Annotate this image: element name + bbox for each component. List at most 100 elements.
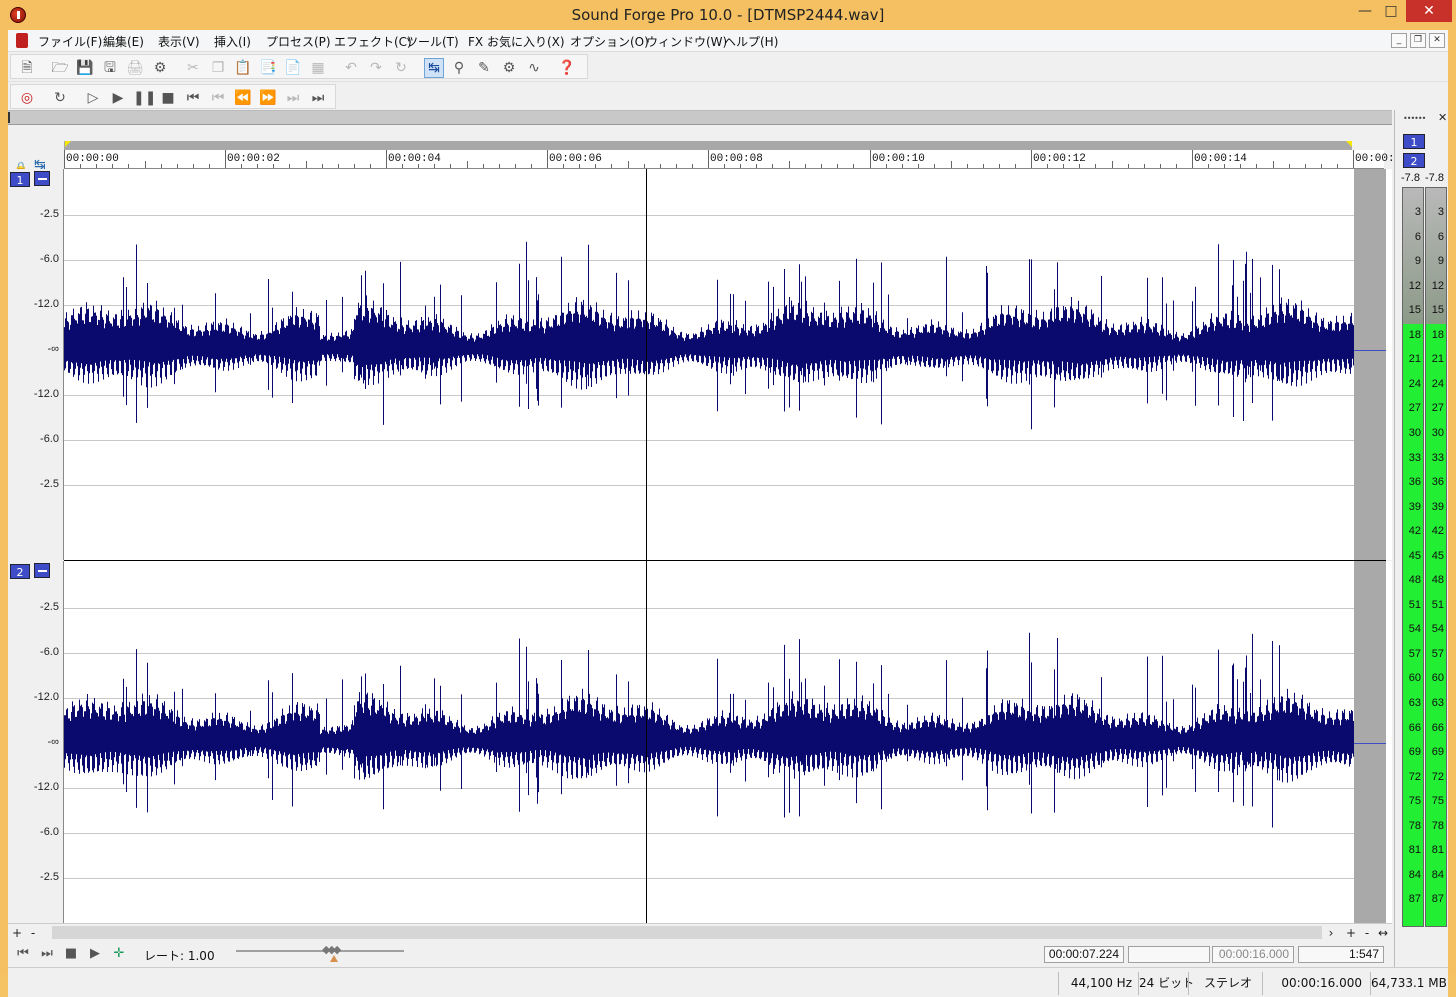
doc-minimize-button[interactable]: _ xyxy=(1391,33,1407,48)
meter-channel-1-button[interactable]: 1 xyxy=(1403,134,1425,149)
file-length-status[interactable]: 00:00:16.000 xyxy=(1262,972,1368,995)
menu-view[interactable]: 表示(V) xyxy=(158,33,200,50)
next-marker-icon[interactable]: ⏭ xyxy=(283,88,303,108)
menu-edit[interactable]: 編集(E) xyxy=(103,33,144,50)
save-icon[interactable]: 💾 xyxy=(75,58,95,78)
meter-channel-2-button[interactable]: 2 xyxy=(1403,153,1425,168)
play-all-icon[interactable]: ▷ xyxy=(83,88,103,108)
menu-file[interactable]: ファイル(F) xyxy=(38,33,102,50)
overview-bar[interactable] xyxy=(8,111,1392,125)
channel-1-minimize-button[interactable] xyxy=(34,171,50,186)
ruler-minor-tick xyxy=(660,164,661,168)
doc-close-button[interactable]: ✕ xyxy=(1429,33,1445,48)
zoom-in-vertical-icon[interactable]: + xyxy=(10,926,24,940)
paste-icon[interactable]: 📋 xyxy=(233,58,253,78)
zoom-out-horizontal-icon[interactable]: - xyxy=(1360,926,1374,940)
maximize-button[interactable]: □ xyxy=(1378,0,1404,22)
new-icon[interactable]: 🗎 xyxy=(17,58,37,78)
render-icon[interactable]: 🖨 xyxy=(125,58,145,78)
scroll-track[interactable] xyxy=(52,926,1322,939)
pencil-tool-icon[interactable]: ✎ xyxy=(474,58,494,78)
selection-length[interactable] xyxy=(1128,946,1210,963)
zoom-in-horizontal-icon[interactable]: + xyxy=(1344,926,1358,940)
meter-scale-label: 33 xyxy=(1431,451,1444,464)
playback-cursor[interactable] xyxy=(646,169,647,560)
rate-slider[interactable] xyxy=(236,950,404,952)
grip-icon[interactable]: •••••• xyxy=(1403,114,1426,123)
menu-window[interactable]: ウィンドウ(W) xyxy=(646,33,727,50)
loop-end-marker[interactable] xyxy=(1346,141,1352,147)
stop-icon[interactable]: ■ xyxy=(158,88,178,108)
copy-icon[interactable]: ❐ xyxy=(208,58,228,78)
go-start-small-icon[interactable]: ⏮ xyxy=(14,946,32,961)
title-bar[interactable]: Sound Forge Pro 10.0 - [DTMSP2444.wav] —… xyxy=(0,0,1456,30)
edit-tool-icon[interactable]: ↹ xyxy=(424,58,444,78)
trim-icon[interactable]: ▦ xyxy=(308,58,328,78)
channel-1-waveform[interactable] xyxy=(64,169,1354,560)
meter-scale-label: 33 xyxy=(1408,451,1421,464)
scroll-right-icon[interactable]: › xyxy=(1324,926,1338,940)
prev-marker-icon[interactable]: ⏮ xyxy=(208,88,228,108)
minimize-button[interactable]: — xyxy=(1352,0,1378,22)
play-small-icon[interactable]: ▶ xyxy=(86,946,104,961)
loop-start-marker[interactable] xyxy=(65,141,71,147)
menu-options[interactable]: オプション(O) xyxy=(570,33,649,50)
channel-2-button[interactable]: 2 xyxy=(10,564,30,579)
go-start-icon[interactable]: ⏮ xyxy=(183,88,203,108)
file-length[interactable]: 00:00:16.000 xyxy=(1212,946,1294,963)
menu-process[interactable]: プロセス(P) xyxy=(266,33,331,50)
menu-help[interactable]: ヘルプ(H) xyxy=(724,33,778,50)
doc-restore-button[interactable]: ❐ xyxy=(1410,33,1426,48)
pause-icon[interactable]: ❚❚ xyxy=(133,88,156,108)
bit-depth[interactable]: 24 ビット xyxy=(1138,972,1194,995)
meter-scale-label: 27 xyxy=(1431,402,1444,415)
channel-2-minimize-button[interactable] xyxy=(34,563,50,578)
redo-icon[interactable]: ↷ xyxy=(366,58,386,78)
zoom-fit-icon[interactable]: ↔ xyxy=(1376,926,1390,940)
menu-insert[interactable]: 挿入(I) xyxy=(214,33,251,50)
meter-close-icon[interactable]: ✕ xyxy=(1438,111,1447,124)
event-tool-icon[interactable]: ⚙ xyxy=(499,58,519,78)
peak-left[interactable]: -7.8 xyxy=(1401,172,1420,184)
menu-effects[interactable]: エフェクト(C) xyxy=(334,33,412,50)
play-icon[interactable]: ▶ xyxy=(108,88,128,108)
zoom-ratio[interactable]: 1:547 xyxy=(1298,946,1384,963)
sample-rate[interactable]: 44,100 Hz xyxy=(1058,972,1138,995)
paste-crossfade-icon[interactable]: 📄 xyxy=(283,58,303,78)
horizontal-scrollbar[interactable]: + - › + - ↔ xyxy=(8,923,1392,941)
menu-tools[interactable]: ツール(T) xyxy=(406,33,459,50)
menu-fx-favorites[interactable]: FX お気に入り(X) xyxy=(468,33,565,50)
channel-1-end-region xyxy=(1354,169,1386,560)
channel-1-button[interactable]: 1 xyxy=(10,172,30,187)
document-icon[interactable] xyxy=(16,33,28,48)
repeat-icon[interactable]: ↻ xyxy=(391,58,411,78)
undo-icon[interactable]: ↶ xyxy=(341,58,361,78)
loop-icon[interactable]: ↻ xyxy=(50,88,70,108)
forward-icon[interactable]: ⏩ xyxy=(258,88,278,108)
time-ruler[interactable]: 00:00:00 00:00:02 00:00:04 00:00:06 00:00:08… xyxy=(64,150,1408,169)
scrub-icon[interactable]: ✛ xyxy=(110,946,128,961)
close-button[interactable]: ✕ xyxy=(1406,0,1452,22)
cut-icon[interactable]: ✂ xyxy=(183,58,203,78)
rewind-icon[interactable]: ⏪ xyxy=(233,88,253,108)
envelope-tool-icon[interactable]: ∿ xyxy=(524,58,544,78)
playback-cursor[interactable] xyxy=(646,561,647,923)
properties-icon[interactable]: ⚙ xyxy=(150,58,170,78)
record-icon[interactable]: ◎ xyxy=(17,88,37,108)
zoom-out-vertical-icon[interactable]: - xyxy=(26,926,40,940)
magnify-tool-icon[interactable]: ⚲ xyxy=(449,58,469,78)
go-end-icon[interactable]: ⏭ xyxy=(308,88,328,108)
open-icon[interactable]: 🗁 xyxy=(50,58,70,78)
cursor-position[interactable]: 00:00:07.224 xyxy=(1044,946,1124,963)
selection-strip[interactable] xyxy=(64,141,1352,150)
end-baseline xyxy=(1354,350,1386,351)
go-end-small-icon[interactable]: ⏭ xyxy=(38,946,56,961)
stop-small-icon[interactable]: ■ xyxy=(62,946,80,961)
free-space[interactable]: 64,733.1 MB xyxy=(1370,972,1448,995)
paste-mix-icon[interactable]: 📑 xyxy=(258,58,278,78)
save-as-icon[interactable]: 🖫 xyxy=(100,58,120,78)
channel-2-waveform[interactable] xyxy=(64,561,1354,923)
channel-mode[interactable]: ステレオ xyxy=(1188,972,1258,995)
help-icon[interactable]: ❓ xyxy=(557,58,577,78)
peak-right[interactable]: -7.8 xyxy=(1425,172,1444,184)
